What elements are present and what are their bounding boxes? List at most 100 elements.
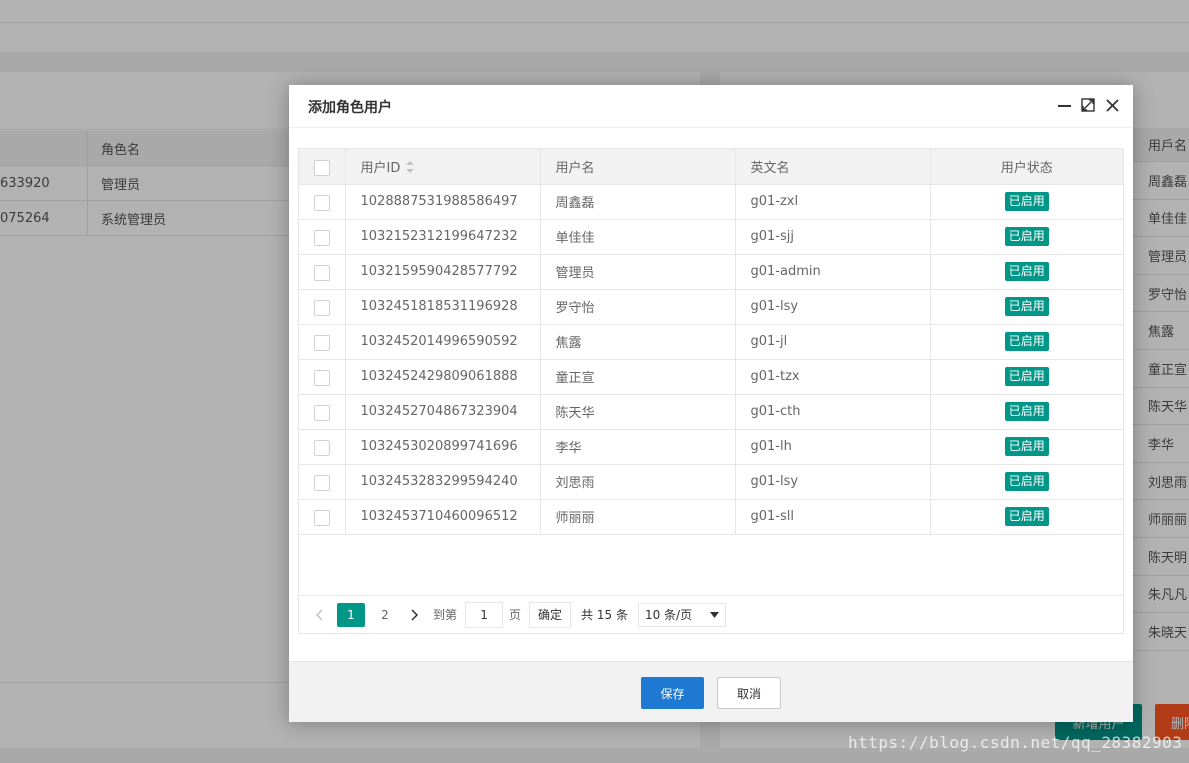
dialog-title: 添加角色用户 — [308, 100, 392, 116]
status-badge: 已启用 — [1004, 227, 1049, 246]
minimize-icon[interactable] — [1057, 97, 1071, 113]
status-badge: 已启用 — [1004, 472, 1049, 491]
user-id-cell: 1032452704867323904 — [345, 394, 541, 430]
goto-confirm-button[interactable]: 确定 — [529, 601, 572, 628]
user-id-cell: 1032451818531196928 — [345, 289, 541, 325]
user-id-cell: 1032452429809061888 — [345, 359, 541, 395]
row-checkbox[interactable] — [313, 230, 330, 246]
row-checkbox[interactable] — [313, 265, 330, 281]
status-cell: 已启用 — [930, 289, 1123, 325]
username-cell: 童正宣 — [540, 359, 736, 395]
row-checkbox[interactable] — [313, 475, 330, 491]
sort-icon[interactable] — [406, 161, 415, 174]
row-checkbox[interactable] — [313, 440, 330, 456]
page-2[interactable]: 2 — [371, 603, 399, 627]
username-cell: 管理员 — [540, 254, 736, 290]
user-id-cell: 1032452014996590592 — [345, 324, 541, 360]
status-badge: 已启用 — [1004, 192, 1049, 211]
prev-page-icon[interactable] — [309, 604, 329, 626]
table-header-row: 用户ID 用户名 英文名 用户状态 — [299, 149, 1123, 185]
status-badge: 已启用 — [1004, 297, 1049, 316]
status-cell: 已启用 — [930, 324, 1123, 360]
row-checkbox[interactable] — [313, 510, 330, 526]
table-row[interactable]: 1032452704867323904 陈天华 g01-cth 已启用 — [299, 394, 1123, 430]
english-name-cell: g01-lsy — [735, 464, 931, 500]
column-username: 用户名 — [540, 149, 736, 185]
row-checkbox[interactable] — [313, 195, 330, 211]
column-status: 用户状态 — [930, 149, 1123, 185]
goto-label: 到第 — [433, 608, 458, 622]
english-name-cell: g01-jl — [735, 324, 931, 360]
english-name-cell: g01-lsy — [735, 289, 931, 325]
english-name-cell: g01-sjj — [735, 219, 931, 255]
goto-page-input[interactable] — [465, 601, 504, 628]
status-badge: 已启用 — [1004, 437, 1049, 456]
next-page-icon[interactable] — [405, 604, 425, 626]
dialog-footer: 保存 取消 — [289, 661, 1133, 722]
page-1[interactable]: 1 — [337, 602, 365, 627]
cancel-button[interactable]: 取消 — [717, 677, 781, 709]
dialog-header: 添加角色用户 — [289, 85, 1133, 128]
english-name-cell: g01-cth — [735, 394, 931, 430]
table-row[interactable]: 1028887531988586497 周鑫磊 g01-zxl 已启用 — [299, 184, 1123, 220]
user-id-cell: 1032453020899741696 — [345, 429, 541, 465]
save-button[interactable]: 保存 — [641, 677, 704, 709]
english-name-cell: g01-lh — [735, 429, 931, 465]
table-row[interactable]: 1032159590428577792 管理员 g01-admin 已启用 — [299, 254, 1123, 290]
column-user-id[interactable]: 用户ID — [345, 149, 541, 185]
status-badge: 已启用 — [1004, 332, 1049, 351]
table-row[interactable]: 1032453710460096512 师丽丽 g01-sll 已启用 — [299, 499, 1123, 535]
status-cell: 已启用 — [930, 499, 1123, 535]
user-table: 用户ID 用户名 英文名 用户状态 1028887531988586497 周鑫磊… — [299, 149, 1123, 535]
row-checkbox[interactable] — [313, 335, 330, 351]
username-cell: 陈天华 — [540, 394, 736, 430]
close-icon[interactable] — [1105, 97, 1119, 113]
status-cell: 已启用 — [930, 359, 1123, 395]
table-row[interactable]: 1032453283299594240 刘思雨 g01-lsy 已启用 — [299, 464, 1123, 500]
english-name-cell: g01-zxl — [735, 184, 931, 220]
status-cell: 已启用 — [930, 254, 1123, 290]
username-cell: 焦露 — [540, 324, 736, 360]
add-role-user-dialog: 添加角色用户 用户ID 用户名 英文名 用户状态 102888753198858… — [289, 85, 1133, 722]
page-size-select[interactable]: 10 条/页 — [637, 602, 726, 627]
username-cell: 师丽丽 — [540, 499, 736, 535]
username-cell: 刘思雨 — [540, 464, 736, 500]
user-id-cell: 1032152312199647232 — [345, 219, 541, 255]
select-all-checkbox[interactable] — [313, 159, 330, 176]
maximize-icon[interactable] — [1081, 97, 1095, 113]
user-table-container: 用户ID 用户名 英文名 用户状态 1028887531988586497 周鑫磊… — [298, 148, 1124, 634]
english-name-cell: g01-sll — [735, 499, 931, 535]
english-name-cell: g01-tzx — [735, 359, 931, 395]
page-suffix: 页 — [509, 608, 522, 622]
status-badge: 已启用 — [1004, 367, 1049, 386]
status-cell: 已启用 — [930, 429, 1123, 465]
username-cell: 周鑫磊 — [540, 184, 736, 220]
total-count: 共 15 条 — [581, 608, 628, 622]
row-checkbox[interactable] — [313, 370, 330, 386]
row-checkbox[interactable] — [313, 405, 330, 421]
pagination: 1 2 到第 页 确定 共 15 条 10 条/页 — [299, 595, 1123, 633]
user-id-cell: 1032159590428577792 — [345, 254, 541, 290]
watermark: https://blog.csdn.net/qq_28382903 — [848, 733, 1183, 752]
username-cell: 李华 — [540, 429, 736, 465]
table-row[interactable]: 1032453020899741696 李华 g01-lh 已启用 — [299, 429, 1123, 465]
status-cell: 已启用 — [930, 464, 1123, 500]
table-row[interactable]: 1032451818531196928 罗守怡 g01-lsy 已启用 — [299, 289, 1123, 325]
user-id-cell: 1028887531988586497 — [345, 184, 541, 220]
status-badge: 已启用 — [1004, 402, 1049, 421]
english-name-cell: g01-admin — [735, 254, 931, 290]
table-row[interactable]: 1032452429809061888 童正宣 g01-tzx 已启用 — [299, 359, 1123, 395]
username-cell: 单佳佳 — [540, 219, 736, 255]
table-row[interactable]: 1032152312199647232 单佳佳 g01-sjj 已启用 — [299, 219, 1123, 255]
status-badge: 已启用 — [1004, 507, 1049, 526]
status-badge: 已启用 — [1004, 262, 1049, 281]
user-id-cell: 1032453283299594240 — [345, 464, 541, 500]
row-checkbox[interactable] — [313, 300, 330, 316]
table-row[interactable]: 1032452014996590592 焦露 g01-jl 已启用 — [299, 324, 1123, 360]
status-cell: 已启用 — [930, 394, 1123, 430]
chevron-down-icon — [709, 611, 719, 618]
status-cell: 已启用 — [930, 184, 1123, 220]
user-id-cell: 1032453710460096512 — [345, 499, 541, 535]
column-english-name: 英文名 — [735, 149, 931, 185]
status-cell: 已启用 — [930, 219, 1123, 255]
